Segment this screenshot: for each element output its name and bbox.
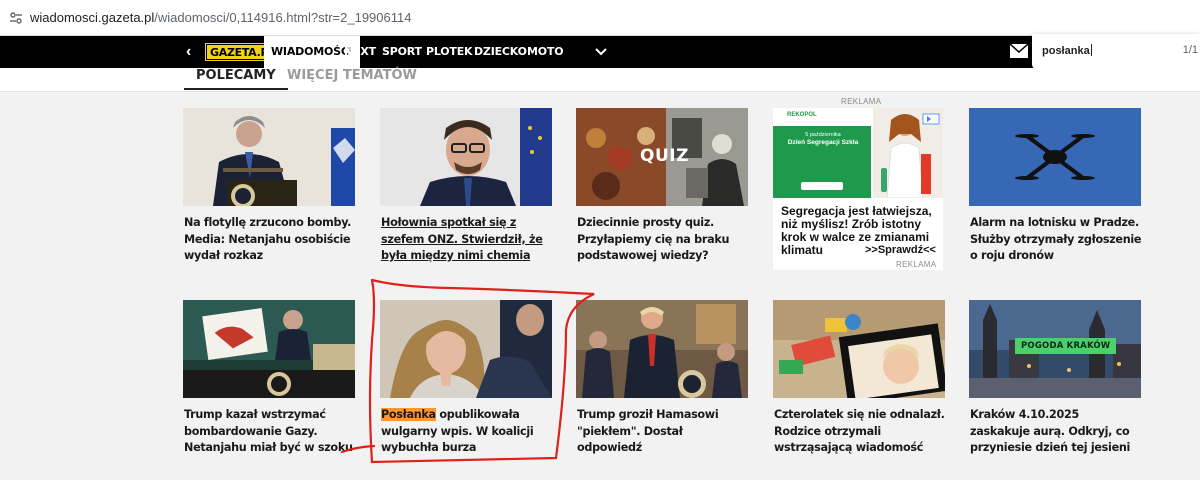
holownia-portrait-image bbox=[380, 108, 552, 206]
article-title[interactable]: Kraków 4.10.2025 zaskakuje aurą. Odkryj,… bbox=[970, 407, 1142, 457]
article-thumbnail[interactable] bbox=[380, 108, 552, 206]
ad-label-bottom: REKLAMA bbox=[896, 260, 937, 269]
ad-banner-date: 5 października bbox=[805, 132, 841, 138]
ad-banner[interactable]: REKOPOL 5 października Dzień Segregacji … bbox=[773, 108, 943, 199]
article-thumbnail[interactable] bbox=[773, 300, 945, 398]
find-query: posłanka bbox=[1042, 45, 1090, 57]
article-thumbnail[interactable]: POGODA KRAKÓW bbox=[969, 300, 1141, 398]
back-chevron-icon[interactable]: ‹ bbox=[186, 43, 198, 61]
ad-brand: REKOPOL bbox=[787, 112, 817, 118]
nav-item-dziecko[interactable]: DZIECKO bbox=[474, 36, 527, 68]
article-thumbnail[interactable] bbox=[183, 300, 355, 398]
mail-icon[interactable] bbox=[1010, 44, 1028, 58]
nav-item-moto[interactable]: MOTO bbox=[527, 36, 564, 68]
article-title[interactable]: Posłanka opublikowała wulgarny wpis. W k… bbox=[381, 407, 553, 457]
browser-address-bar[interactable]: wiadomosci.gazeta.pl/wiadomosci/0,114916… bbox=[0, 0, 1200, 36]
pogoda-overlay-label: POGODA KRAKÓW bbox=[1015, 338, 1117, 354]
ad-label-top: REKLAMA bbox=[841, 97, 882, 106]
article-thumbnail[interactable] bbox=[183, 108, 355, 206]
trump-oval-office-image bbox=[576, 300, 748, 398]
netanyahu-podium-image bbox=[183, 108, 355, 206]
url-text[interactable]: wiadomosci.gazeta.pl/wiadomosci/0,114916… bbox=[30, 10, 411, 25]
url-path: /wiadomosci/0,114916.html?str=2_19906114 bbox=[154, 10, 412, 25]
nav-item-sport[interactable]: SPORT bbox=[382, 36, 422, 68]
article-title[interactable]: Czterolatek się nie odnalazł. Rodzice ot… bbox=[774, 407, 946, 457]
site-settings-icon[interactable] bbox=[8, 10, 24, 26]
article-thumbnail[interactable] bbox=[969, 108, 1141, 206]
ad-cta-link[interactable]: >>Sprawdź<< bbox=[865, 244, 936, 256]
nav-item-plotek[interactable]: PLOTEK bbox=[426, 36, 473, 68]
article-title[interactable]: Alarm na lotnisku w Pradze. Służby otrzy… bbox=[970, 215, 1142, 265]
article-thumbnail[interactable] bbox=[576, 300, 748, 398]
find-in-page-bar[interactable]: posłanka 1/1 bbox=[1032, 34, 1200, 70]
quiz-overlay-label: QUIZ bbox=[640, 146, 689, 166]
netanyahu-un-map-image bbox=[183, 300, 355, 398]
article-thumbnail[interactable]: QUIZ bbox=[576, 108, 748, 206]
drone-sky-image bbox=[969, 108, 1141, 206]
sandbox-toys-image bbox=[773, 300, 945, 398]
nav-item-next[interactable]: NEXT bbox=[344, 36, 376, 68]
text-caret bbox=[1090, 44, 1092, 56]
chevron-down-icon[interactable] bbox=[594, 43, 608, 61]
site-nav-bar: ‹ GAZETA.PL WIADOMOŚCI NEXT SPORT PLOTEK… bbox=[0, 36, 1200, 68]
article-title[interactable]: Na flotyllę zrzucono bomby. Media: Netan… bbox=[184, 215, 356, 265]
article-title[interactable]: Dziecinnie prosty quiz. Przyłapiemy cię … bbox=[577, 215, 749, 265]
article-title[interactable]: Hołownia spotkał się z szefem ONZ. Stwie… bbox=[381, 215, 553, 265]
ad-banner-headline: Dzień Segregacji Szkła bbox=[787, 139, 859, 146]
find-input[interactable]: posłanka bbox=[1042, 44, 1092, 57]
find-match-count: 1/1 bbox=[1182, 44, 1198, 56]
section-tabs: POLECAMY WIĘCEJ TEMATÓW bbox=[0, 68, 1200, 92]
url-host: wiadomosci.gazeta.pl bbox=[30, 10, 155, 25]
tab-wiecej-tematow[interactable]: WIĘCEJ TEMATÓW bbox=[287, 68, 417, 90]
ad-banner-button bbox=[801, 182, 843, 190]
tab-polecamy[interactable]: POLECAMY bbox=[184, 68, 288, 90]
poslanka-portrait-image bbox=[380, 300, 552, 398]
advertisement-rekopol[interactable]: REKOPOL 5 października Dzień Segregacji … bbox=[773, 108, 943, 270]
article-title[interactable]: Trump kazał wstrzymać bombardowanie Gazy… bbox=[184, 407, 356, 457]
article-title[interactable]: Trump groził Hamasowi "piekłem". Dostał … bbox=[577, 407, 749, 457]
ad-banner-image bbox=[773, 108, 943, 199]
find-match-highlight: Posłanka bbox=[381, 408, 436, 421]
article-thumbnail[interactable] bbox=[380, 300, 552, 398]
